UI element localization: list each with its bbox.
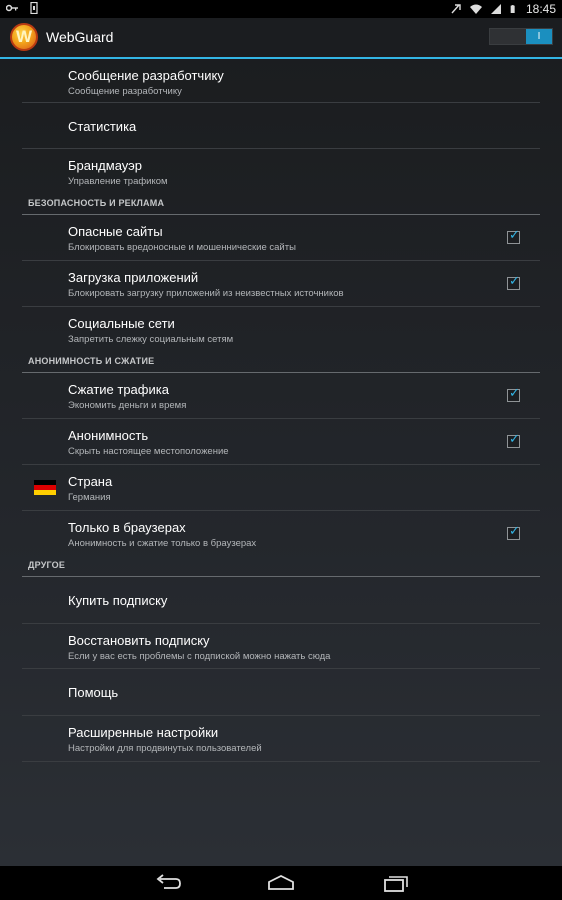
home-icon[interactable] [267,874,295,892]
pref-subtitle: Сообщение разработчику [68,86,182,97]
key-icon [6,4,18,12]
section-header-other: ДРУГОЕ [22,557,540,577]
pref-subtitle: Анонимность и сжатие только в браузерах [68,538,257,549]
pref-social-networks[interactable]: Социальные сети Запретить слежку социаль… [22,307,540,353]
check-icon: ✓ [509,273,520,288]
recent-apps-icon[interactable] [382,874,410,892]
pref-title: Анонимность [68,428,149,443]
pref-title: Купить подписку [68,593,168,608]
signal-icon [490,4,501,14]
pref-title: Восстановить подписку [68,633,210,648]
section-header-anonymity: АНОНИМНОСТЬ И СЖАТИЕ [22,353,540,373]
pref-subtitle: Управление трафиком [68,176,168,187]
clock: 18:45 [525,2,556,16]
pref-subtitle: Если у вас есть проблемы с подпиской мож… [68,651,331,662]
pref-title: Только в браузерах [68,520,186,535]
battery-icon [510,5,515,13]
pref-advanced-settings[interactable]: Расширенные настройки Настройки для прод… [22,716,540,762]
pref-title: Страна [68,474,113,489]
debug-icon [30,2,38,14]
pref-statistics[interactable]: Статистика [22,103,540,149]
traffic-compression-checkbox[interactable]: ✓ [507,385,520,402]
pref-restore-subscription[interactable]: Восстановить подписку Если у вас есть пр… [22,624,540,669]
pref-title: Сообщение разработчику [68,68,224,83]
check-icon: ✓ [509,431,520,446]
vpn-icon [451,4,461,14]
flag-stripe-gold [34,490,56,495]
check-icon: ✓ [509,227,520,242]
check-icon: ✓ [509,523,520,538]
navigation-bar [0,866,562,900]
section-header-security: БЕЗОПАСНОСТЬ И РЕКЛАМА [22,195,540,215]
status-bar: 18:45 [0,0,562,18]
action-bar: W WebGuard I [0,18,562,59]
pref-help[interactable]: Помощь [22,669,540,716]
toggle-thumb[interactable]: I [526,29,552,44]
pref-subtitle: Германия [68,492,111,503]
section-title: ДРУГОЕ [28,560,66,570]
section-title: АНОНИМНОСТЬ И СЖАТИЕ [28,356,155,366]
pref-anonymity[interactable]: Анонимность Скрыть настоящее местоположе… [22,419,540,465]
pref-title: Опасные сайты [68,224,163,239]
pref-title: Брандмауэр [68,158,142,173]
pref-subtitle: Скрыть настоящее местоположение [68,446,229,457]
dangerous-sites-checkbox[interactable]: ✓ [507,227,520,244]
pref-app-download[interactable]: Загрузка приложений Блокировать загрузку… [22,261,540,307]
pref-title: Загрузка приложений [68,270,199,285]
pref-firewall[interactable]: Брандмауэр Управление трафиком [22,149,540,195]
pref-subtitle: Настройки для продвинутых пользователей [68,743,262,754]
pref-subtitle: Запретить слежку социальным сетям [68,334,234,345]
wifi-icon [469,4,482,14]
pref-subtitle: Блокировать вредоносные и мошеннические … [68,242,296,253]
pref-traffic-compression[interactable]: Сжатие трафика Экономить деньги и время … [22,373,540,419]
browsers-only-checkbox[interactable]: ✓ [507,523,520,540]
germany-flag-icon [34,480,56,495]
pref-title: Помощь [68,685,119,700]
app-title: WebGuard [46,29,114,45]
check-icon: ✓ [509,385,520,400]
app-download-checkbox[interactable]: ✓ [507,273,520,290]
anonymity-checkbox[interactable]: ✓ [507,431,520,448]
pref-browsers-only[interactable]: Только в браузерах Анонимность и сжатие … [22,511,540,557]
pref-country[interactable]: Страна Германия [22,465,540,511]
pref-title: Сжатие трафика [68,382,169,397]
back-icon[interactable] [154,874,182,892]
pref-title: Статистика [68,119,137,134]
master-toggle[interactable]: I [489,28,553,45]
pref-subtitle: Блокировать загрузку приложений из неизв… [68,288,344,299]
pref-title: Социальные сети [68,316,175,331]
app-logo[interactable]: W [10,23,38,51]
preferences-list: Сообщение разработчику Сообщение разрабо… [0,59,562,762]
pref-title: Расширенные настройки [68,725,219,740]
pref-subtitle: Экономить деньги и время [68,400,187,411]
pref-developer-message[interactable]: Сообщение разработчику Сообщение разрабо… [22,59,540,103]
pref-dangerous-sites[interactable]: Опасные сайты Блокировать вредоносные и … [22,215,540,261]
pref-buy-subscription[interactable]: Купить подписку [22,577,540,624]
section-title: БЕЗОПАСНОСТЬ И РЕКЛАМА [28,198,165,208]
